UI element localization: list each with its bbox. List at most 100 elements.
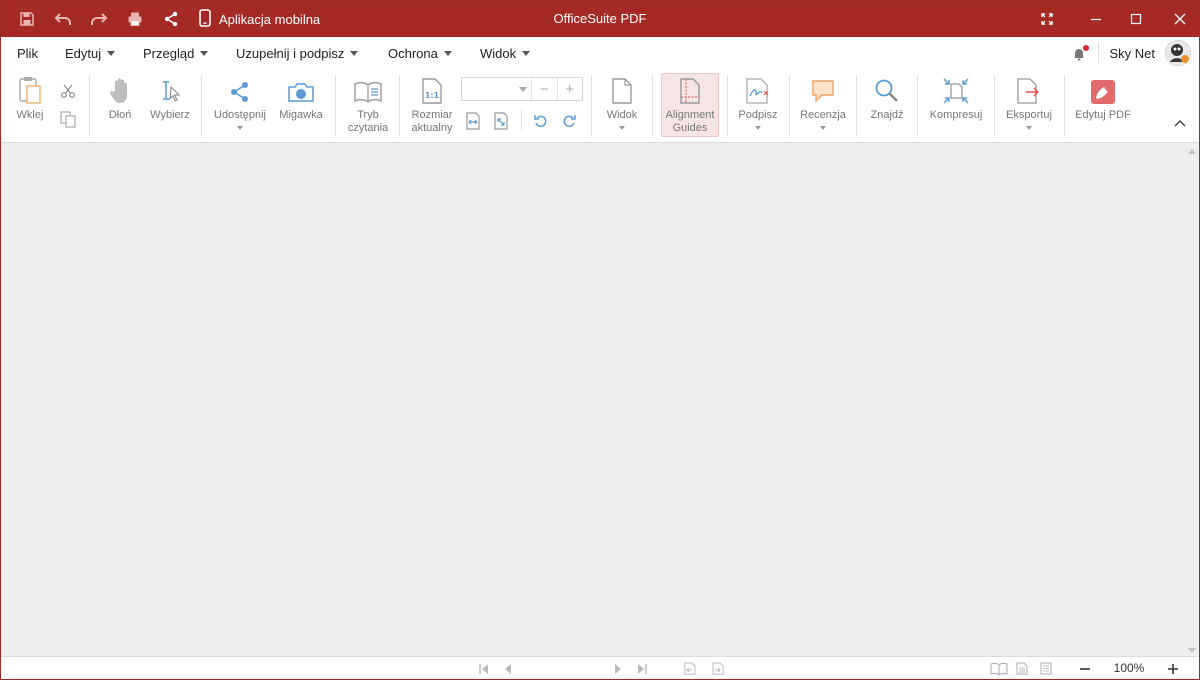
alignment-label-line1: Alignment: [665, 109, 715, 121]
edit-pdf-label: Edytuj PDF: [1075, 109, 1131, 121]
caret-down-icon: [443, 50, 452, 56]
comment-icon: [810, 69, 836, 105]
divider: [1064, 75, 1065, 137]
clipboard-icon: [18, 69, 42, 105]
reading-mode-button[interactable]: Tryb czytania: [345, 69, 391, 135]
reading-view-icon[interactable]: [989, 657, 1009, 680]
scroll-up-arrow-icon[interactable]: [1188, 149, 1196, 154]
paste-button[interactable]: Wklej: [13, 69, 47, 122]
compress-label: Kompresuj: [929, 109, 983, 121]
menu-edytuj[interactable]: Edytuj: [65, 37, 116, 69]
rotate-left-icon[interactable]: [531, 111, 551, 131]
divider: [521, 109, 522, 131]
divider: [1098, 42, 1100, 64]
reading-mode-label-line1: Tryb: [357, 109, 379, 121]
export-button[interactable]: Eksportuj: [1003, 69, 1055, 130]
scissors-icon[interactable]: [58, 81, 78, 101]
continuous-view-icon[interactable]: [1037, 657, 1055, 680]
share-icon: [229, 69, 251, 105]
search-icon: [874, 69, 900, 105]
reading-mode-label-line2: czytania: [347, 122, 389, 134]
status-bar: 100%: [1, 656, 1199, 679]
single-page-view-icon[interactable]: [1013, 657, 1031, 680]
actual-size-label-line2: aktualny: [411, 122, 453, 134]
ribbon-toolbar: Wklej Dłoń Wybierz Udostępnij Migawka Tr…: [1, 69, 1199, 143]
page-back-icon[interactable]: [681, 657, 699, 680]
maximize-icon[interactable]: [1119, 1, 1153, 37]
divider: [399, 75, 400, 137]
zoom-level: 100%: [1113, 661, 1145, 675]
fit-width-icon[interactable]: [463, 111, 483, 131]
compress-button[interactable]: Kompresuj: [927, 69, 985, 122]
notification-bell-icon[interactable]: [1072, 45, 1090, 61]
undo-icon[interactable]: [51, 1, 75, 37]
copy-icon[interactable]: [58, 109, 78, 129]
share-button[interactable]: Udostępnij: [211, 69, 269, 130]
menu-ochrona[interactable]: Ochrona: [388, 37, 452, 69]
find-label: Znajdź: [870, 109, 904, 121]
menu-plik[interactable]: Plik: [17, 37, 38, 69]
hand-tool-button[interactable]: Dłoń: [103, 69, 137, 122]
sign-label: Podpisz: [738, 109, 778, 121]
sign-button[interactable]: Podpisz: [735, 69, 781, 130]
mobile-app-button[interactable]: Aplikacja mobilna: [199, 1, 320, 37]
export-icon: [1016, 69, 1042, 105]
rotate-right-icon[interactable]: [559, 111, 579, 131]
collapse-ribbon-icon[interactable]: [1173, 117, 1187, 131]
zoom-out-button[interactable]: [1075, 657, 1095, 680]
alignment-guides-button[interactable]: Alignment Guides: [661, 69, 719, 135]
previous-page-icon[interactable]: [499, 657, 517, 680]
menu-label: Edytuj: [65, 45, 102, 61]
close-icon[interactable]: [1163, 1, 1197, 37]
actual-size-icon: 1:1: [421, 69, 443, 105]
divider: [789, 75, 790, 137]
alignment-label-line2: Guides: [672, 122, 708, 134]
last-page-icon[interactable]: [633, 657, 651, 680]
vertical-scrollbar[interactable]: [1185, 144, 1199, 656]
zoom-in-button[interactable]: [1163, 657, 1183, 680]
caret-down-icon: [107, 50, 116, 56]
document-area[interactable]: [1, 144, 1199, 656]
view-button[interactable]: Widok: [601, 69, 643, 130]
edit-pdf-button[interactable]: Edytuj PDF: [1073, 69, 1133, 122]
fullscreen-icon[interactable]: [1035, 1, 1059, 37]
camera-icon: [286, 69, 316, 105]
signature-icon: [745, 69, 771, 105]
menu-label: Uzupełnij i podpisz: [236, 45, 345, 61]
user-name[interactable]: Sky Net: [1109, 46, 1155, 61]
select-tool-button[interactable]: Wybierz: [147, 69, 193, 122]
find-button[interactable]: Znajdź: [865, 69, 909, 122]
avatar[interactable]: [1165, 40, 1191, 66]
review-button[interactable]: Recenzja: [797, 69, 849, 130]
snapshot-button[interactable]: Migawka: [277, 69, 325, 122]
zoom-input[interactable]: [462, 78, 532, 100]
compress-icon: [942, 69, 970, 105]
first-page-icon[interactable]: [475, 657, 493, 680]
divider: [856, 75, 857, 137]
redo-icon[interactable]: [87, 1, 111, 37]
scroll-down-arrow-icon[interactable]: [1188, 648, 1196, 653]
share-icon[interactable]: [159, 1, 183, 37]
menu-label: Ochrona: [388, 45, 438, 61]
menu-label: Widok: [480, 45, 517, 61]
divider: [89, 75, 90, 137]
hand-icon: [109, 69, 131, 105]
menu-widok[interactable]: Widok: [480, 37, 531, 69]
divider: [917, 75, 918, 137]
caret-down-icon: [200, 50, 209, 56]
menu-przeglad[interactable]: Przegląd: [143, 37, 209, 69]
zoom-out-button[interactable]: −: [532, 78, 558, 100]
menu-uzupelnij[interactable]: Uzupełnij i podpisz: [236, 37, 359, 69]
actual-size-button[interactable]: 1:1 Rozmiar aktualny: [407, 69, 457, 135]
page-icon: [611, 69, 633, 105]
print-icon[interactable]: [123, 1, 147, 37]
minimize-icon[interactable]: [1079, 1, 1113, 37]
next-page-icon[interactable]: [609, 657, 627, 680]
page-forward-icon[interactable]: [709, 657, 727, 680]
phone-icon: [199, 8, 211, 30]
fit-page-icon[interactable]: [491, 111, 511, 131]
save-icon[interactable]: [15, 1, 39, 37]
zoom-in-button[interactable]: +: [558, 78, 583, 100]
actual-size-label-line1: Rozmiar: [411, 109, 453, 121]
caret-down-icon: [350, 50, 359, 56]
